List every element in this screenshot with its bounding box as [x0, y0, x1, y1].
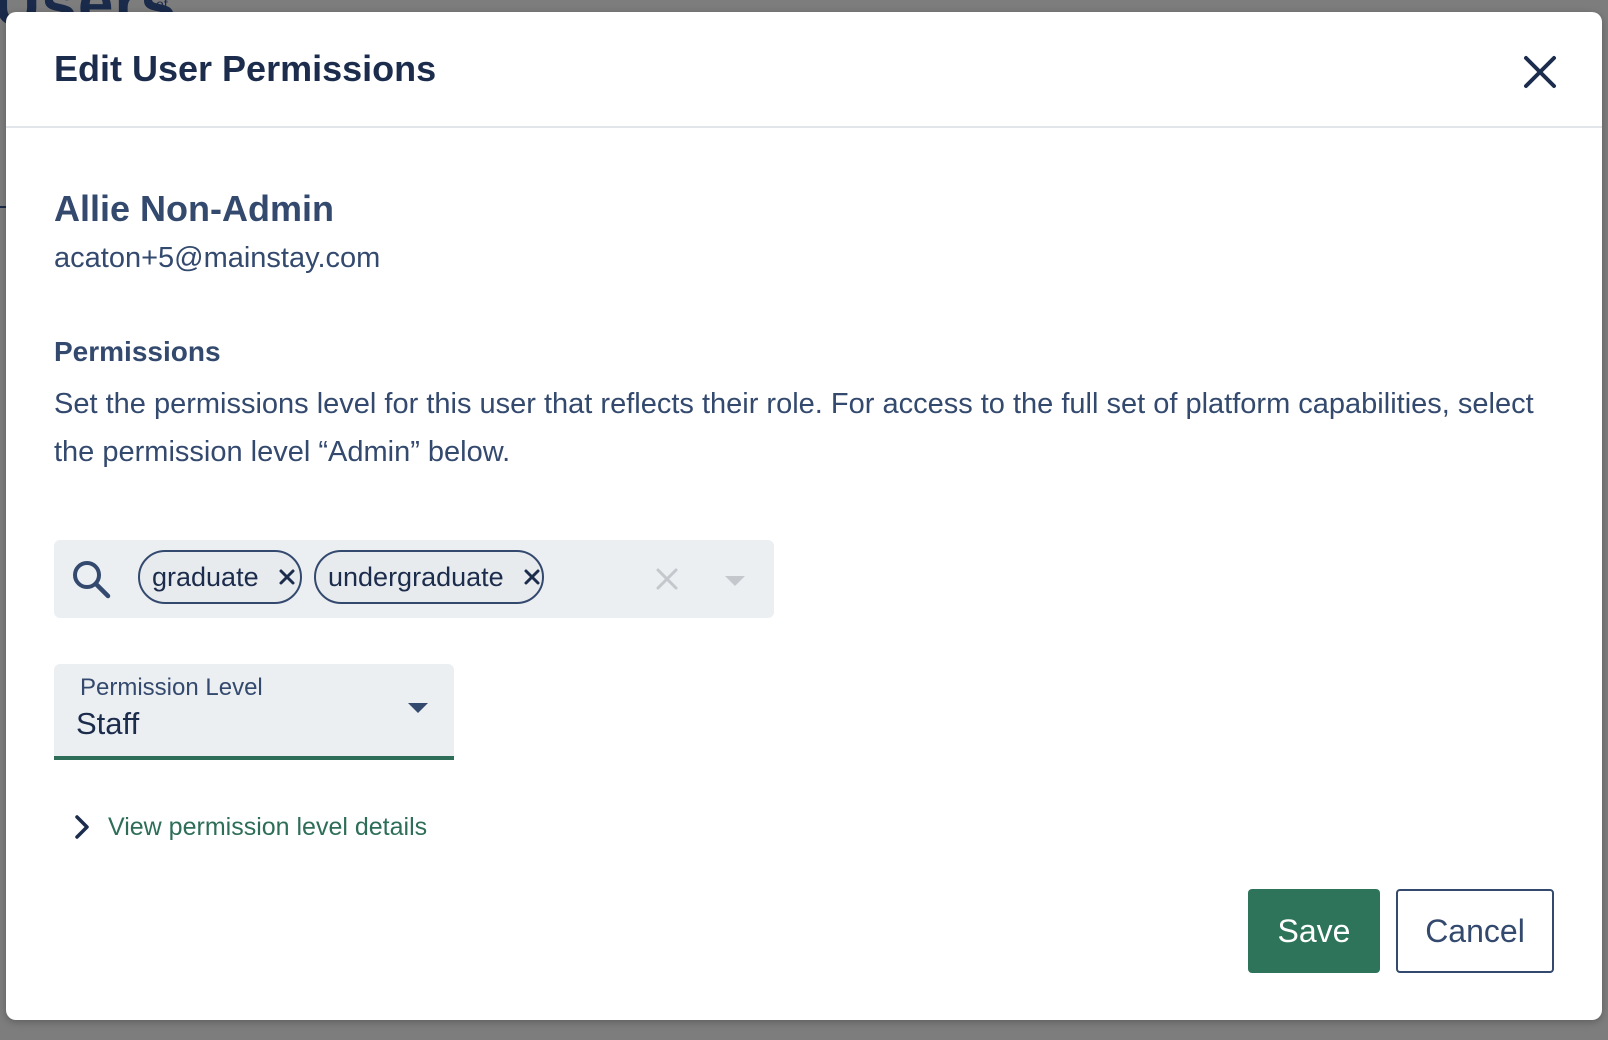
user-email: acaton+5@mainstay.com: [54, 242, 381, 274]
permission-level-select[interactable]: Permission Level Staff: [54, 664, 454, 760]
save-button[interactable]: Save: [1248, 889, 1380, 973]
chevron-right-icon: [75, 815, 89, 839]
tag-chip-undergraduate: undergraduate: [314, 550, 544, 604]
edit-permissions-dialog: Edit User Permissions Allie Non-Admin ac…: [6, 12, 1602, 1020]
dialog-header: Edit User Permissions: [6, 12, 1602, 128]
chevron-down-icon: [408, 703, 428, 713]
tag-selector[interactable]: graduate undergraduate: [54, 540, 774, 618]
tag-chip-label: graduate: [152, 561, 259, 592]
tag-chip-graduate: graduate: [138, 550, 302, 604]
search-icon: [73, 561, 111, 599]
close-icon: [524, 569, 540, 585]
background-page-subtitle: of: [156, 0, 168, 12]
remove-tag-undergraduate-button[interactable]: [522, 567, 542, 587]
tag-chip-label: undergraduate: [328, 561, 504, 592]
dialog-title: Edit User Permissions: [54, 48, 437, 89]
close-icon: [1524, 56, 1556, 88]
view-permission-details-toggle[interactable]: View permission level details: [72, 812, 427, 842]
user-name: Allie Non-Admin: [54, 188, 334, 229]
tag-dropdown-toggle[interactable]: [720, 566, 750, 594]
permissions-heading: Permissions: [54, 336, 221, 367]
permission-level-label: Permission Level: [80, 674, 263, 701]
clear-icon: [656, 568, 678, 590]
permissions-description: Set the permissions level for this user …: [54, 388, 1534, 468]
close-icon: [279, 569, 295, 585]
close-button[interactable]: [1518, 50, 1562, 94]
chevron-down-icon: [725, 576, 745, 586]
view-permission-details-label: View permission level details: [108, 812, 428, 841]
clear-all-tags-button[interactable]: [652, 564, 682, 594]
permission-level-value: Staff: [76, 706, 140, 741]
remove-tag-graduate-button[interactable]: [277, 567, 297, 587]
cancel-button[interactable]: Cancel: [1396, 889, 1554, 973]
